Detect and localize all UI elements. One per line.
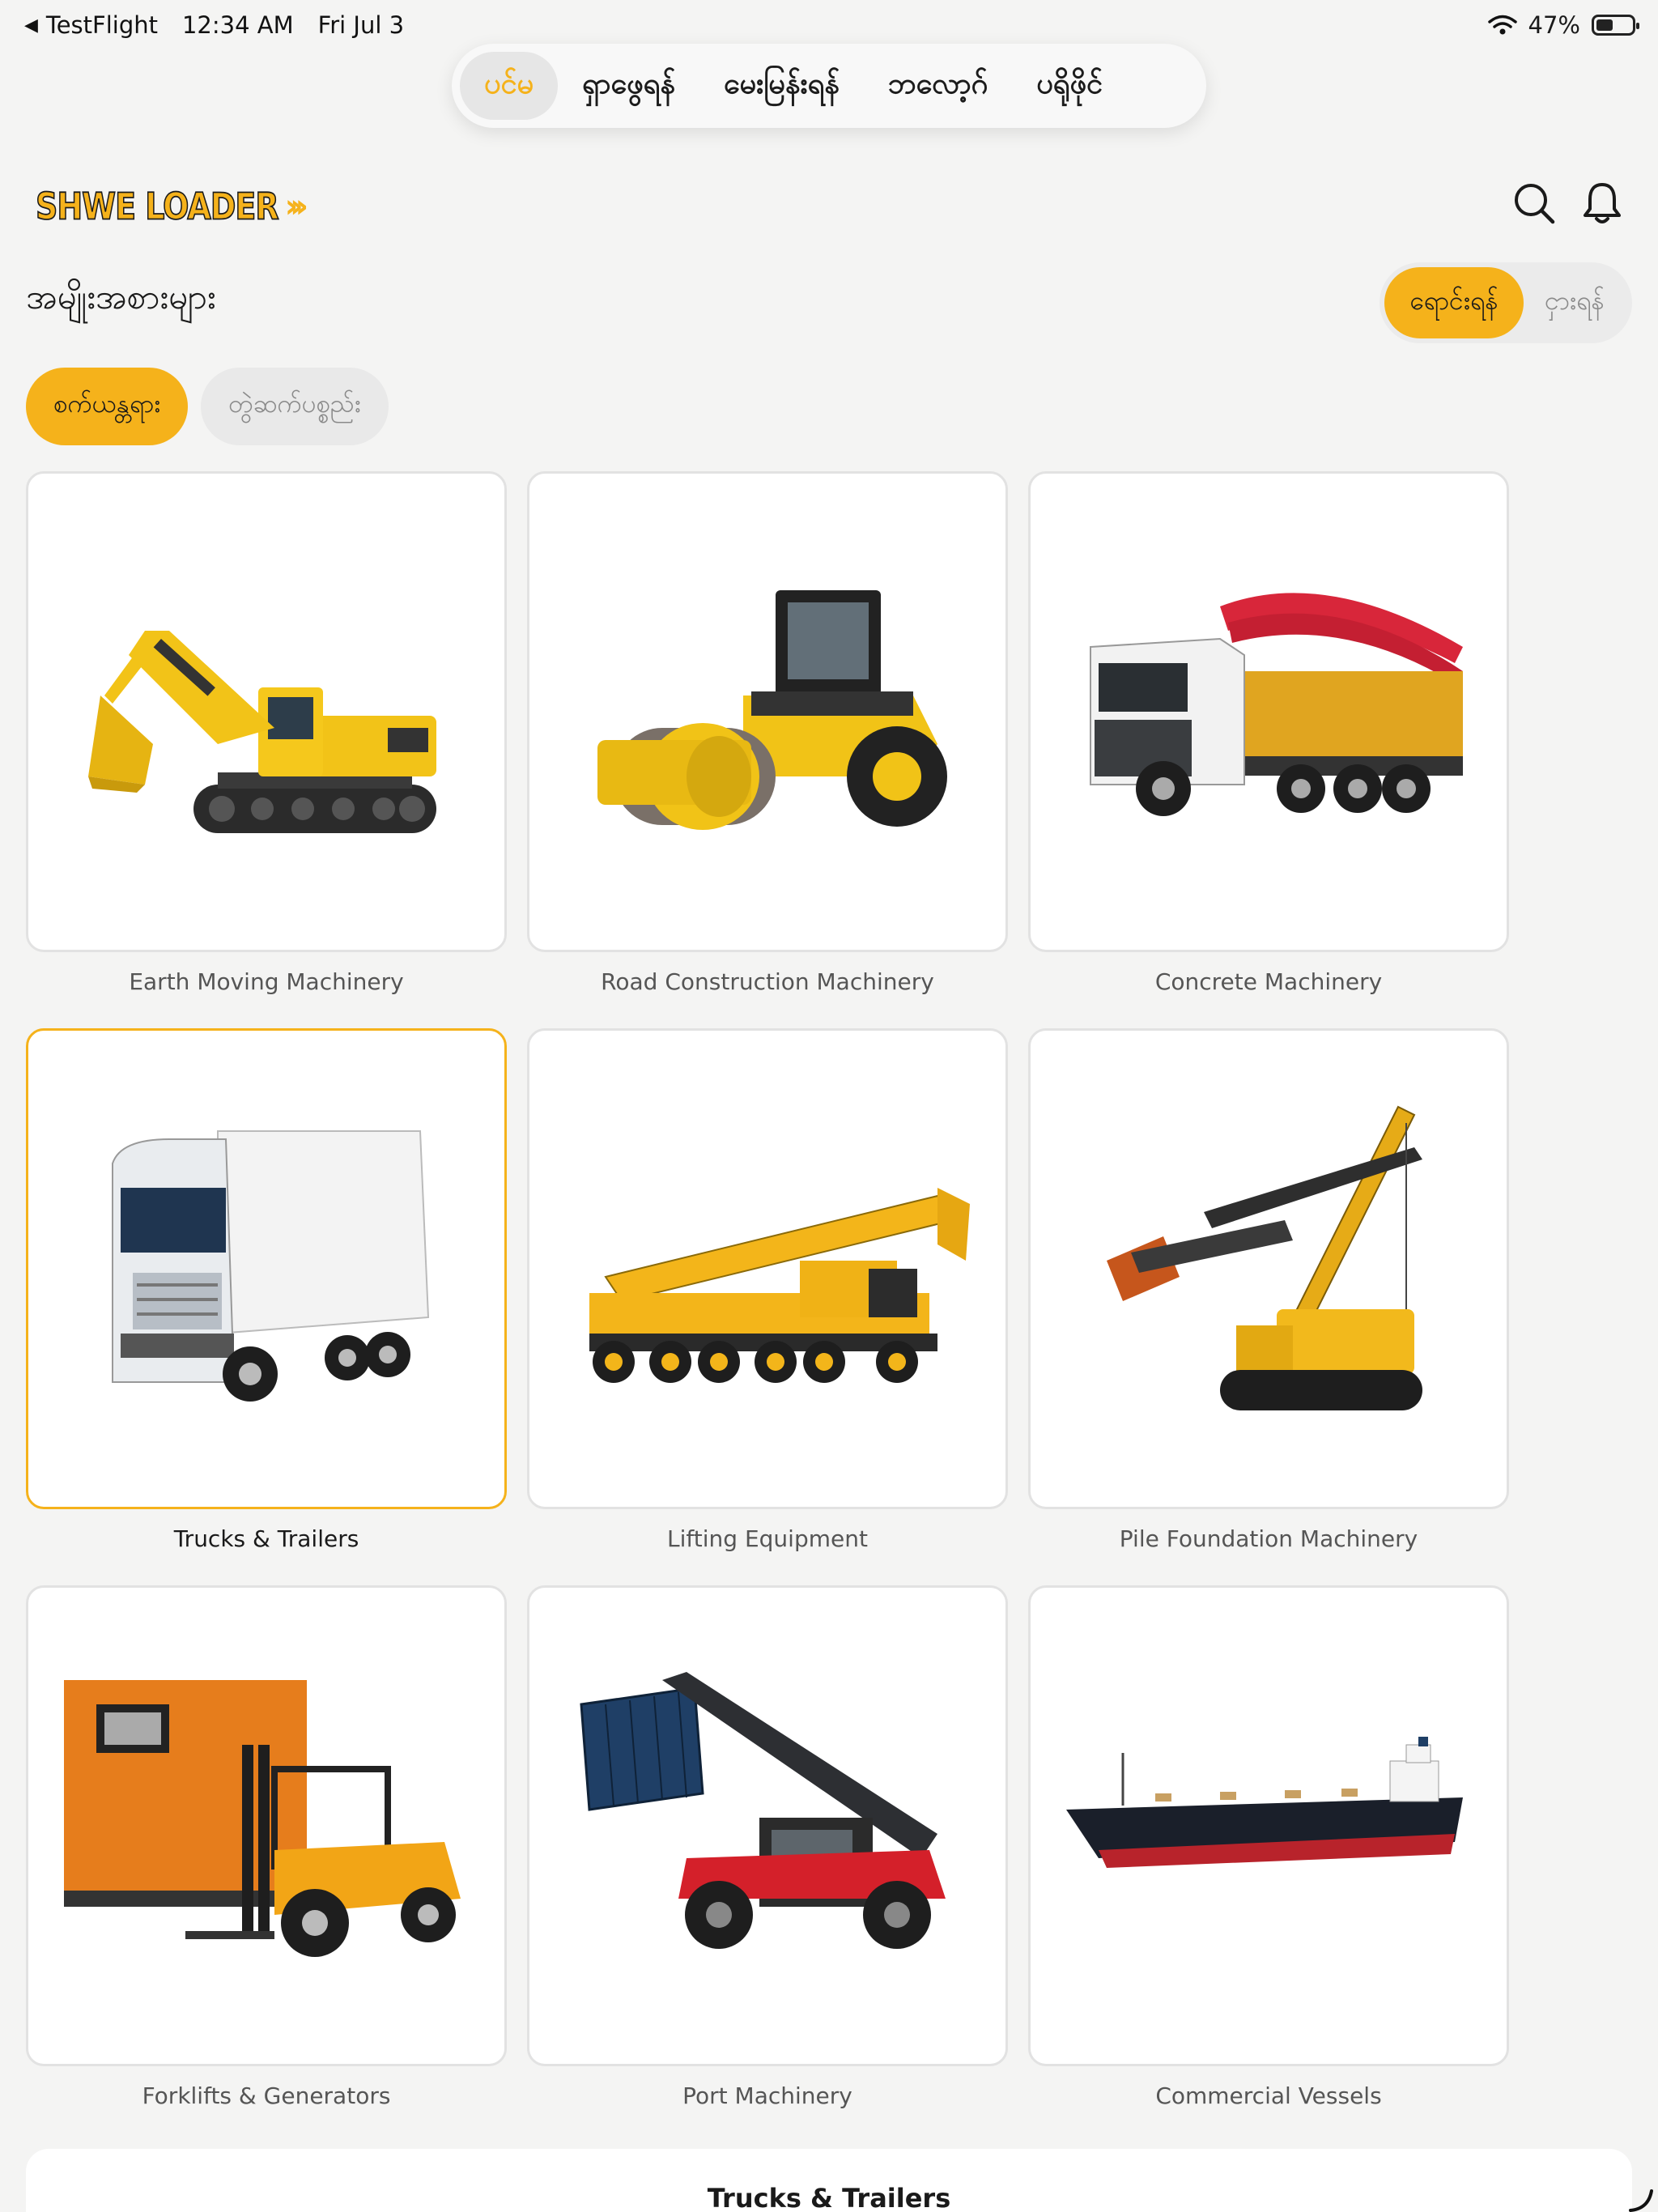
truck-trailer-icon — [112, 1130, 430, 1402]
tab-search[interactable]: ရှာဖွေရန် — [558, 52, 699, 120]
search-icon[interactable] — [1511, 180, 1558, 227]
category-label: Commercial Vessels — [1155, 2082, 1382, 2109]
category-item[interactable]: Earth Moving Machinery — [26, 471, 507, 1028]
category-label: Lifting Equipment — [667, 1525, 868, 1552]
bottom-sheet[interactable]: Trucks & Trailers — [26, 2149, 1632, 2212]
excavator-icon — [88, 631, 436, 833]
back-app-label[interactable]: TestFlight — [46, 11, 158, 39]
category-label: Trucks & Trailers — [173, 1525, 359, 1552]
status-left[interactable]: ◀ TestFlight 12:34 AM Fri Jul 3 — [24, 11, 404, 39]
category-card[interactable] — [527, 1028, 1008, 1509]
category-card[interactable] — [26, 1585, 507, 2066]
category-item[interactable]: Port Machinery — [527, 1585, 1008, 2142]
category-card[interactable] — [1028, 1585, 1509, 2066]
category-card[interactable] — [26, 471, 507, 952]
forklift-generator-icon — [64, 1680, 461, 1957]
status-date: Fri Jul 3 — [317, 11, 405, 39]
toggle-sell[interactable]: ရောင်းရန် — [1384, 267, 1524, 338]
bottom-sheet-title: Trucks & Trailers — [707, 2183, 951, 2212]
tab-blog[interactable]: ဘလော့ဂ် — [864, 52, 1012, 120]
category-label: Earth Moving Machinery — [129, 968, 404, 995]
reach-stacker-icon — [580, 1672, 946, 1949]
tab-profile[interactable]: ပရိုဖိုင် — [1012, 52, 1127, 120]
category-label: Concrete Machinery — [1154, 968, 1383, 995]
chip-machinery[interactable]: စက်ယန္တရား — [26, 368, 189, 445]
resize-handle-icon[interactable] — [1627, 2186, 1655, 2212]
brand-logo[interactable]: SHWE LOADER ››› — [35, 185, 309, 229]
category-item[interactable]: Concrete Machinery — [1028, 471, 1509, 1028]
status-bar: ◀ TestFlight 12:34 AM Fri Jul 3 47% — [0, 0, 1658, 50]
cargo-ship-icon — [1066, 1737, 1463, 1868]
app-screen: ◀ TestFlight 12:34 AM Fri Jul 3 47% ပင်မ… — [0, 0, 1658, 2212]
top-tab-bar: ပင်မ ရှာဖွေရန် မေးမြန်းရန် ဘလော့ဂ် ပရိုဖ… — [452, 44, 1206, 128]
back-arrow-icon[interactable]: ◀ — [24, 15, 38, 36]
tab-home[interactable]: ပင်မ — [460, 52, 559, 120]
bell-icon[interactable] — [1579, 180, 1626, 227]
logo-arrows: ››› — [284, 188, 309, 225]
battery-percent: 47% — [1528, 11, 1580, 39]
category-card[interactable] — [527, 1585, 1008, 2066]
category-type-chips: စက်ယန္တရား တွဲဆက်ပစ္စည်း — [26, 368, 389, 445]
category-label: Pile Foundation Machinery — [1119, 1525, 1418, 1552]
road-roller-icon — [597, 590, 947, 830]
battery-icon — [1592, 15, 1639, 36]
category-grid: Earth Moving Machinery Road Construction… — [26, 471, 1512, 2142]
category-item[interactable]: Forklifts & Generators — [26, 1585, 507, 2142]
category-label: Forklifts & Generators — [142, 2082, 391, 2109]
status-time: 12:34 AM — [181, 11, 294, 39]
pile-rig-icon — [1107, 1105, 1422, 1410]
categories-title: အမျိုးအစားများ — [26, 277, 216, 317]
category-item[interactable]: Road Construction Machinery — [527, 471, 1008, 1028]
mobile-crane-icon — [589, 1188, 970, 1383]
category-card[interactable] — [1028, 471, 1509, 952]
category-item[interactable]: Commercial Vessels — [1028, 1585, 1509, 2142]
category-item[interactable]: Lifting Equipment — [527, 1028, 1008, 1585]
category-item[interactable]: Trucks & Trailers — [26, 1028, 507, 1585]
category-label: Port Machinery — [682, 2082, 852, 2109]
wifi-icon — [1487, 15, 1517, 35]
toggle-rent[interactable]: ငှားရန် — [1524, 267, 1626, 338]
logo-text: SHWE LOADER — [35, 185, 279, 229]
tab-inquiry[interactable]: မေးမြန်းရန် — [699, 52, 864, 120]
category-card[interactable] — [1028, 1028, 1509, 1509]
status-right: 47% — [1487, 11, 1639, 39]
category-card-selected[interactable] — [26, 1028, 507, 1509]
chip-attachments[interactable]: တွဲဆက်ပစ္စည်း — [201, 368, 389, 445]
category-item[interactable]: Pile Foundation Machinery — [1028, 1028, 1509, 1585]
sell-rent-toggle: ရောင်းရန် ငှားရန် — [1380, 262, 1632, 343]
concrete-pump-truck-icon — [1090, 593, 1463, 816]
category-card[interactable] — [527, 471, 1008, 952]
category-label: Road Construction Machinery — [601, 968, 934, 995]
